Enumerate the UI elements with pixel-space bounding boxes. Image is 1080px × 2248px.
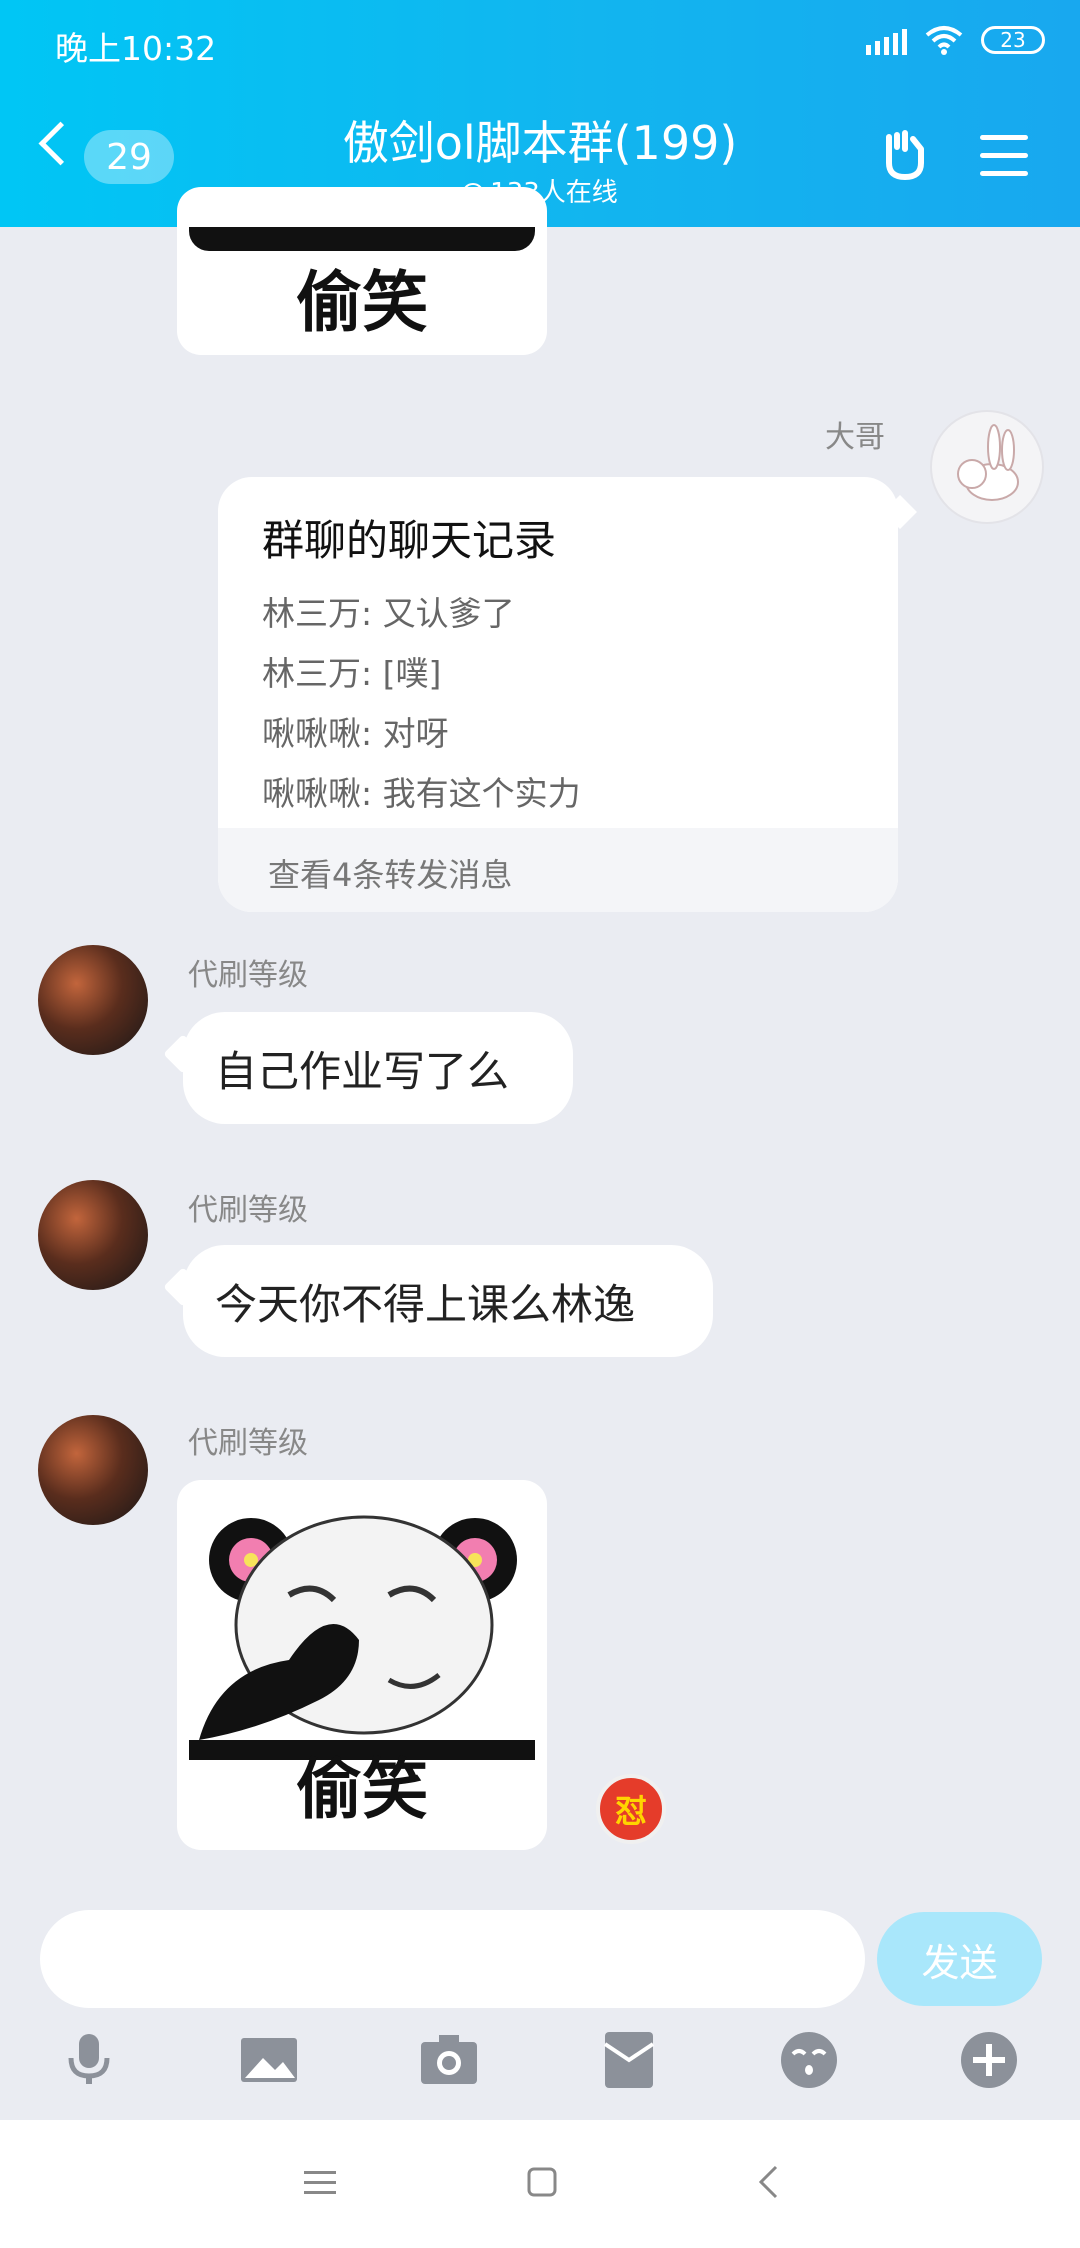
- sender-name: 代刷等级: [188, 1426, 308, 1461]
- sender-name: 代刷等级: [188, 1193, 308, 1228]
- message-input[interactable]: [40, 1910, 865, 2008]
- system-nav-bar: [0, 2120, 1080, 2248]
- forwarded-chat-record[interactable]: 群聊的聊天记录 林三万: 又认爹了 林三万: [噗] 啾啾啾: 对呀 啾啾啾: …: [218, 477, 898, 912]
- avatar-user[interactable]: [38, 1415, 148, 1525]
- text-message[interactable]: 今天你不得上课么林逸: [183, 1245, 713, 1357]
- input-toolbar: [0, 2020, 1080, 2120]
- signal-icon: [866, 25, 907, 55]
- avatar-user[interactable]: [38, 1180, 148, 1290]
- text-message[interactable]: 自己作业写了么: [183, 1012, 573, 1124]
- avatar-user[interactable]: [38, 945, 148, 1055]
- sender-name: 代刷等级: [188, 958, 308, 993]
- forward-line: 林三万: 又认爹了: [262, 594, 515, 633]
- reaction-badge[interactable]: 怼: [596, 1774, 666, 1844]
- wifi-icon: [925, 26, 963, 55]
- plus-icon[interactable]: [959, 2030, 1019, 2090]
- battery-icon: 23: [981, 26, 1045, 54]
- forward-title: 群聊的聊天记录: [262, 516, 557, 565]
- chat-header: 晚上10:32 23 29 傲剑ol脚本群(199) 133人在线: [0, 0, 1080, 227]
- emoji-icon[interactable]: [779, 2030, 839, 2090]
- forward-footer[interactable]: 查看4条转发消息: [218, 828, 898, 912]
- sticker-art: [189, 227, 535, 251]
- home-icon[interactable]: [526, 2166, 558, 2198]
- microphone-icon[interactable]: [59, 2030, 119, 2090]
- red-packet-icon[interactable]: [599, 2030, 659, 2090]
- avatar-rabbit[interactable]: [930, 410, 1044, 524]
- forward-line: 啾啾啾: 对呀: [262, 714, 449, 753]
- view-forward-link[interactable]: 查看4条转发消息: [268, 850, 512, 896]
- sticker-message[interactable]: 偷笑: [177, 1480, 547, 1850]
- send-button[interactable]: 发送: [877, 1912, 1042, 2006]
- camera-icon[interactable]: [419, 2030, 479, 2090]
- sender-name: 大哥: [825, 420, 885, 455]
- sticker-caption: 偷笑: [296, 1751, 428, 1828]
- back-icon[interactable]: [756, 2164, 780, 2200]
- rabbit-avatar-icon: [957, 424, 1019, 501]
- menu-icon[interactable]: [980, 135, 1028, 177]
- image-icon[interactable]: [239, 2030, 299, 2090]
- status-icons: 23: [866, 25, 1045, 55]
- panda-sticker-art: [189, 1515, 535, 1760]
- forward-line: 林三万: [噗]: [262, 654, 442, 693]
- sticker-caption: 偷笑: [296, 264, 428, 341]
- sticker-message-top[interactable]: 偷笑: [177, 187, 547, 355]
- recent-apps-icon[interactable]: [302, 2168, 338, 2198]
- status-time: 晚上10:32: [55, 29, 217, 68]
- hand-gesture-icon[interactable]: [875, 127, 931, 183]
- message-text: 今天你不得上课么林逸: [215, 1279, 636, 1329]
- message-text: 自己作业写了么: [215, 1046, 510, 1096]
- forward-line: 啾啾啾: 我有这个实力: [262, 774, 581, 813]
